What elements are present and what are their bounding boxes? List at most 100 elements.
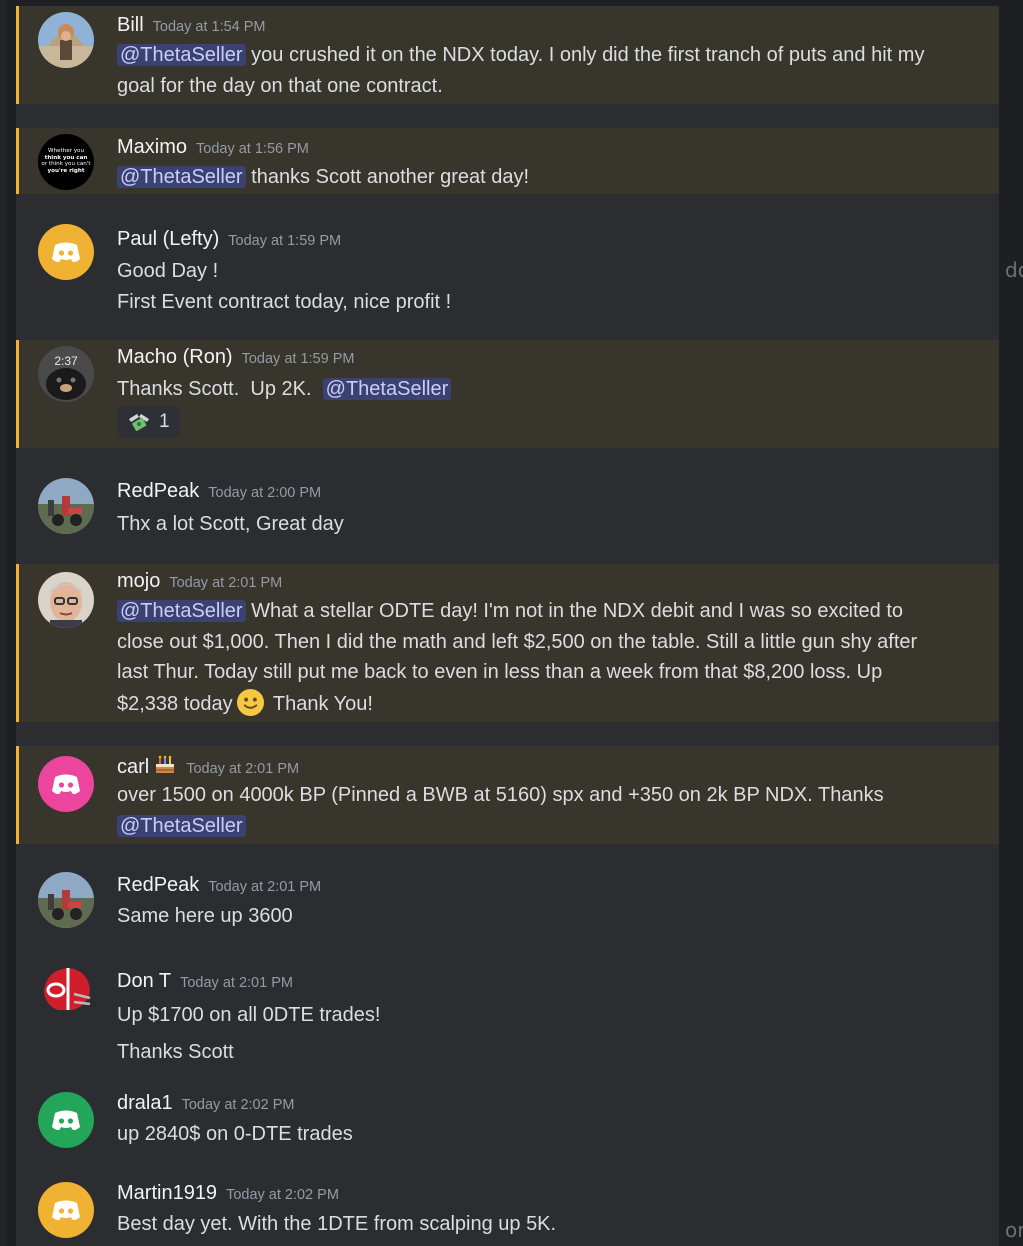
slightly-smiling-face-icon	[236, 688, 264, 716]
message-content: Thx a lot Scott, Great day	[117, 509, 937, 540]
message-text-end: Thank You!	[267, 692, 373, 715]
author-name[interactable]: Bill	[117, 14, 144, 36]
avatar-quote-line: think you can	[44, 154, 88, 161]
message-text: Up $1700 on all 0DTE trades!	[117, 1004, 381, 1026]
timestamp[interactable]: Today at 2:01 PM	[169, 575, 282, 591]
message-content: Best day yet. With the 1DTE from scalpin…	[117, 1209, 937, 1240]
message-header: Maximo Today at 1:56 PM	[117, 136, 309, 160]
message-text: Best day yet. With the 1DTE from scalpin…	[117, 1213, 557, 1235]
avatar[interactable]	[38, 756, 94, 812]
discord-logo-icon	[52, 1200, 80, 1221]
message-text: Thanks Scott	[117, 1041, 234, 1063]
message-content: Thanks Scott. Up 2K. @ThetaSeller	[117, 374, 937, 405]
author-name[interactable]: carl	[117, 756, 149, 778]
author-name[interactable]: mojo	[117, 570, 160, 592]
reaction-bar: 1	[117, 406, 180, 438]
money-with-wings-icon	[129, 414, 149, 431]
reaction-count: 1	[159, 411, 170, 432]
message-text: Good Day !	[117, 260, 219, 282]
right-edge: do ork	[999, 0, 1023, 1246]
message-content: Same here up 3600	[117, 901, 937, 932]
message-item[interactable]: Bill Today at 1:54 PM @ThetaSeller you cr…	[16, 6, 999, 104]
author-name[interactable]: drala1	[117, 1092, 173, 1114]
message-content: Good Day ! First Event contract today, n…	[117, 256, 937, 317]
message-header: Bill Today at 1:54 PM	[117, 14, 266, 38]
avatar[interactable]: 2:37	[38, 346, 94, 402]
message-item[interactable]: carl Today at 2:01 PM over 1500 on 4000k …	[16, 746, 999, 844]
timestamp[interactable]: Today at 2:00 PM	[208, 485, 321, 501]
avatar[interactable]	[38, 1182, 94, 1238]
message-header: carl Today at 2:01 PM	[117, 752, 299, 778]
timestamp[interactable]: Today at 2:02 PM	[226, 1187, 339, 1203]
avatar[interactable]	[38, 12, 94, 68]
avatar[interactable]	[38, 962, 94, 1018]
message-list: Bill Today at 1:54 PM @ThetaSeller you cr…	[16, 6, 999, 1246]
mention[interactable]: @ThetaSeller	[117, 44, 246, 66]
message-text: over 1500 on 4000k BP (Pinned a BWB at 5…	[117, 784, 884, 806]
message-item[interactable]: RedPeak Today at 2:01 PM Same here up 360…	[16, 860, 999, 950]
reaction-button[interactable]: 1	[117, 406, 180, 438]
avatar[interactable]	[38, 872, 94, 928]
message-item[interactable]: Whether you think you can or think you c…	[16, 128, 999, 194]
message-content: Up $1700 on all 0DTE trades! Thanks Scot…	[117, 997, 937, 1071]
edge-text-bottom: ork	[1005, 1218, 1023, 1242]
author-name[interactable]: Martin1919	[117, 1182, 217, 1204]
discord-logo-icon	[52, 242, 80, 263]
avatar-time-overlay: 2:37	[54, 354, 78, 368]
message-item[interactable]: RedPeak Today at 2:00 PM Thx a lot Scott,…	[16, 464, 999, 564]
chat-window: do ork Bill Today at 1:54 PM @ThetaSeller…	[0, 0, 1023, 1246]
message-item[interactable]: Paul (Lefty) Today at 1:59 PM Good Day ! …	[16, 210, 999, 340]
message-header: Don T Today at 2:01 PM	[117, 970, 293, 994]
mention[interactable]: @ThetaSeller	[117, 814, 246, 837]
timestamp[interactable]: Today at 2:01 PM	[180, 975, 293, 991]
message-content: @ThetaSeller thanks Scott another great …	[117, 162, 937, 193]
message-text: Thx a lot Scott, Great day	[117, 513, 344, 535]
message-header: mojo Today at 2:01 PM	[117, 570, 282, 594]
timestamp[interactable]: Today at 2:01 PM	[208, 879, 321, 895]
mention[interactable]: @ThetaSeller	[322, 378, 452, 400]
author-name[interactable]: Maximo	[117, 136, 187, 158]
avatar-quote-line: or think you can't	[41, 161, 91, 168]
message-header: Paul (Lefty) Today at 1:59 PM	[117, 228, 341, 252]
avatar[interactable]	[38, 572, 94, 628]
message-item[interactable]: Don T Today at 2:01 PM Up $1700 on all 0D…	[16, 950, 999, 1080]
message-content: @ThetaSeller What a stellar ODTE day! I'…	[117, 596, 937, 719]
discord-logo-icon	[52, 774, 80, 795]
message-item[interactable]: mojo Today at 2:01 PM @ThetaSeller What a…	[16, 564, 999, 722]
author-name[interactable]: Paul (Lefty)	[117, 228, 219, 250]
message-item[interactable]: 2:37 Macho (Ron) Today at 1:59 PM Thanks …	[16, 340, 999, 448]
message-text: thanks Scott another great day!	[245, 166, 530, 188]
message-content: up 2840$ on 0-DTE trades	[117, 1119, 937, 1150]
message-item[interactable]: drala1 Today at 2:02 PM up 2840$ on 0-DTE…	[16, 1080, 999, 1170]
author-name[interactable]: RedPeak	[117, 874, 199, 896]
message-header: Martin1919 Today at 2:02 PM	[117, 1182, 339, 1206]
message-header: drala1 Today at 2:02 PM	[117, 1092, 294, 1116]
edge-text-top: do	[1005, 258, 1023, 282]
timestamp[interactable]: Today at 2:01 PM	[186, 761, 299, 777]
message-content: @ThetaSeller you crushed it on the NDX t…	[117, 40, 937, 101]
author-name[interactable]: Don T	[117, 970, 171, 992]
timestamp[interactable]: Today at 1:59 PM	[228, 233, 341, 249]
birthday-cake-icon	[156, 755, 175, 773]
timestamp[interactable]: Today at 1:54 PM	[153, 19, 266, 35]
message-text: Thanks Scott. Up 2K.	[117, 378, 323, 400]
author-name[interactable]: Macho (Ron)	[117, 346, 233, 368]
avatar-quote-line: Whether you	[47, 148, 85, 154]
left-edge	[0, 0, 6, 1246]
avatar-quote-line: you're right	[47, 167, 85, 174]
message-header: Macho (Ron) Today at 1:59 PM	[117, 346, 354, 370]
avatar[interactable]	[38, 478, 94, 534]
avatar[interactable]	[38, 224, 94, 280]
timestamp[interactable]: Today at 1:56 PM	[196, 141, 309, 157]
message-text: Same here up 3600	[117, 905, 293, 927]
author-name[interactable]: RedPeak	[117, 480, 199, 502]
mention[interactable]: @ThetaSeller	[117, 600, 246, 622]
message-content: over 1500 on 4000k BP (Pinned a BWB at 5…	[117, 780, 937, 841]
timestamp[interactable]: Today at 2:02 PM	[182, 1097, 295, 1113]
timestamp[interactable]: Today at 1:59 PM	[242, 351, 355, 367]
message-text: up 2840$ on 0-DTE trades	[117, 1123, 353, 1145]
message-item[interactable]: Martin1919 Today at 2:02 PM Best day yet.…	[16, 1170, 999, 1246]
avatar[interactable]	[38, 1092, 94, 1148]
mention[interactable]: @ThetaSeller	[117, 166, 246, 188]
avatar[interactable]: Whether you think you can or think you c…	[38, 134, 94, 190]
